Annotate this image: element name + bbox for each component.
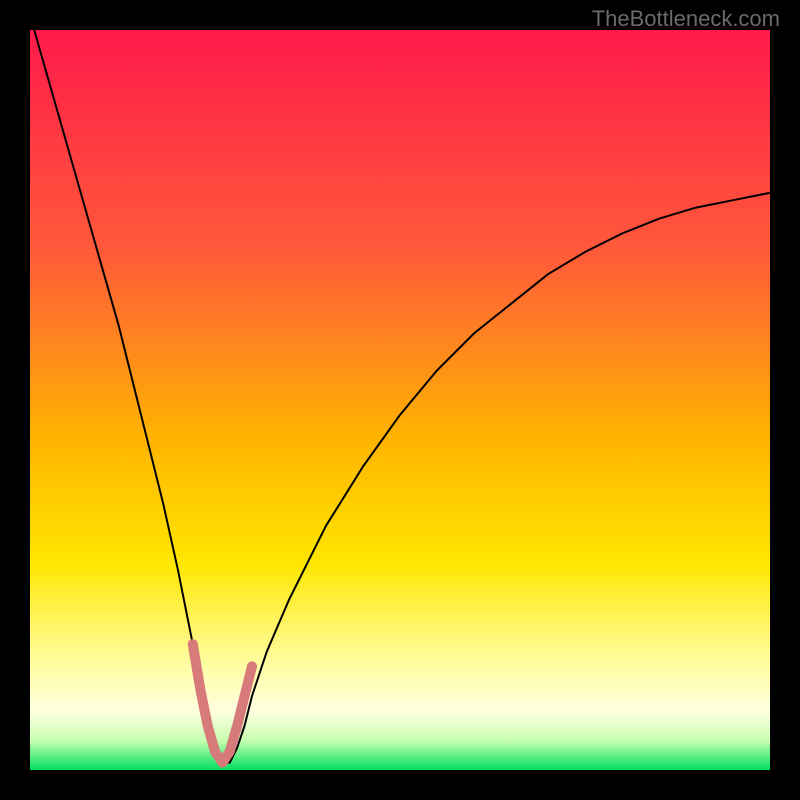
chart-background <box>30 30 770 770</box>
chart-svg <box>30 30 770 770</box>
marker-endpoint <box>247 661 257 671</box>
watermark-text: TheBottleneck.com <box>592 6 780 32</box>
marker-endpoint <box>188 639 198 649</box>
chart-plot-area <box>30 30 770 770</box>
